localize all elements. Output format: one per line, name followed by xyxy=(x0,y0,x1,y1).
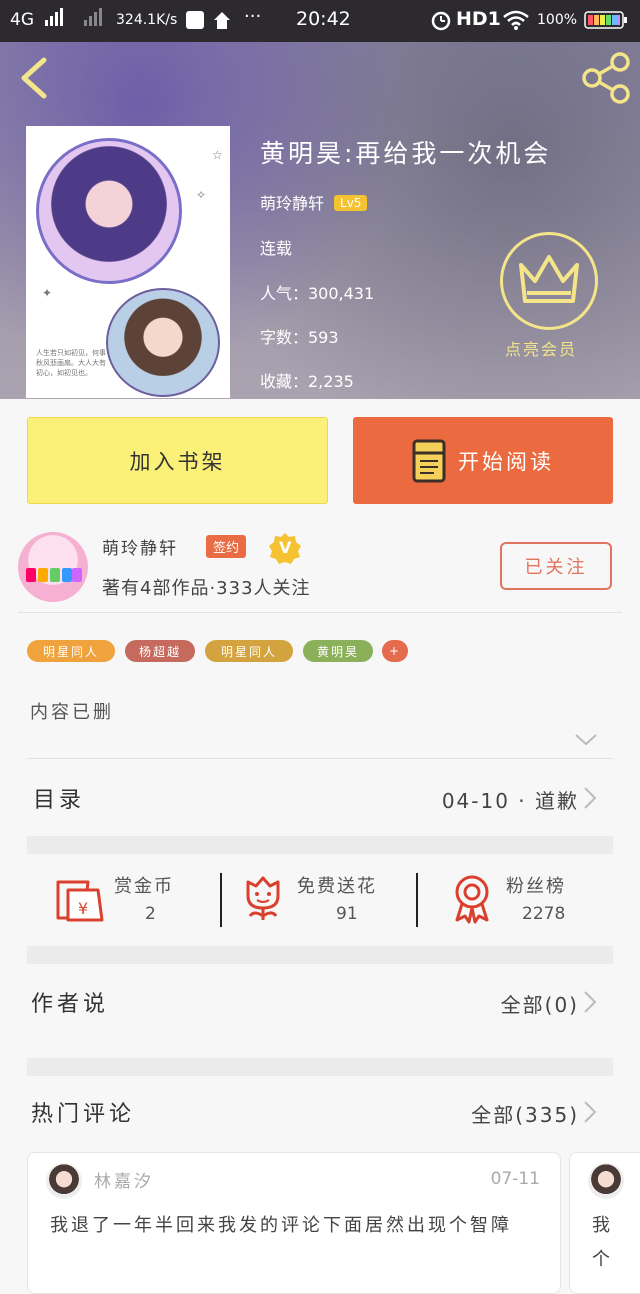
author-says-label: 作者说 xyxy=(31,992,110,1017)
commenter-avatar[interactable] xyxy=(588,1163,624,1199)
stat-value-reward: 2 xyxy=(145,904,156,924)
book-description: 内容已删 xyxy=(30,702,114,723)
start-read-label: 开始阅读 xyxy=(458,449,554,474)
hot-comments-link: 全部(335) xyxy=(471,1103,579,1127)
author-meta: 著有4部作品·333人关注 xyxy=(102,578,311,599)
follow-label: 已关注 xyxy=(524,557,588,578)
red-envelope-icon[interactable]: ¥ xyxy=(54,876,106,926)
book-status: 连载 xyxy=(260,239,293,258)
comment-date: 07-11 xyxy=(490,1169,540,1189)
author-says-link: 全部(0) xyxy=(500,993,579,1017)
cover-portrait-1 xyxy=(36,138,182,284)
expand-chevron-icon[interactable] xyxy=(574,732,598,752)
battery-percent: 100% xyxy=(537,12,578,28)
share-icon[interactable] xyxy=(580,52,632,108)
start-read-button[interactable]: 开始阅读 xyxy=(353,417,613,504)
author-says-row[interactable]: 作者说 全部(0) xyxy=(27,966,613,1038)
svg-text:¥: ¥ xyxy=(78,899,88,918)
back-icon[interactable] xyxy=(16,54,52,106)
follow-button[interactable]: 已关注 xyxy=(500,542,612,590)
crown-icon xyxy=(519,255,579,303)
catalog-row[interactable]: 目录 04-10 · 道歉 xyxy=(27,764,613,834)
v-badge-label: V xyxy=(279,538,292,557)
book-cover[interactable]: ✧ ☆ ✦ 人生若只如初见，何事秋风悲画扇。大人大有初心，如初见也。 xyxy=(26,126,230,398)
tag-1[interactable]: 明星同人 xyxy=(27,640,115,662)
member-label[interactable]: 点亮会员 xyxy=(505,336,577,360)
add-shelf-button[interactable]: 加入书架 xyxy=(27,417,328,504)
stat-label-fans: 粉丝榜 xyxy=(506,876,566,897)
alarm-icon xyxy=(430,9,452,36)
hot-comments-header[interactable]: 热门评论 全部(335) xyxy=(27,1078,613,1144)
ribbon-medal-icon[interactable] xyxy=(449,874,495,928)
sparkle-icon: ☆ xyxy=(212,148,223,162)
section-gap xyxy=(27,946,613,964)
stat-separator xyxy=(416,873,418,927)
comment-card[interactable]: 林嘉汐 07-11 我退了一年半回来我发的评论下面居然出现个智障 xyxy=(27,1152,561,1294)
divider xyxy=(27,758,613,759)
stat-value-flower: 91 xyxy=(336,904,358,924)
divider xyxy=(18,612,622,613)
stat-separator xyxy=(220,873,222,927)
stat-label-reward: 赏金币 xyxy=(114,876,174,897)
status-bar: 4G 324.1K/s ··· 20:42 HD1 100% xyxy=(0,0,640,42)
tag-2[interactable]: 杨超越 xyxy=(125,640,195,662)
commenter-name[interactable]: 林嘉汐 xyxy=(94,1167,154,1192)
author-avatar[interactable] xyxy=(18,532,88,602)
book-title: 黄明昊:再给我一次机会 xyxy=(260,139,552,168)
wifi-icon xyxy=(502,9,530,36)
section-gap xyxy=(27,1058,613,1076)
book-author: 萌玲静轩 xyxy=(260,194,325,213)
comment-text: 我退了一年半回来我发的评论下面居然出现个智障 xyxy=(50,1215,512,1236)
sparkle-icon: ✧ xyxy=(196,188,207,202)
tag-more-button[interactable]: + xyxy=(382,640,408,662)
tag-4[interactable]: 黄明昊 xyxy=(303,640,373,662)
member-crown-button[interactable] xyxy=(500,232,598,330)
chevron-right-icon xyxy=(583,990,597,1018)
clock: 20:42 xyxy=(296,8,351,30)
book-favorites: 收藏：2,235 xyxy=(260,372,354,391)
comment-text: 我个 xyxy=(592,1215,610,1270)
commenter-avatar[interactable] xyxy=(46,1163,82,1199)
hot-comments-label: 热门评论 xyxy=(31,1102,136,1127)
battery-icon xyxy=(584,10,628,35)
v-badge: V xyxy=(268,532,302,566)
book-popularity: 人气：300,431 xyxy=(260,284,375,303)
chevron-right-icon xyxy=(583,786,597,814)
net-speed: 324.1K/s xyxy=(116,12,178,28)
tag-3[interactable]: 明星同人 xyxy=(205,640,293,662)
signed-badge: 签约 xyxy=(206,535,247,558)
book-author-line: 萌玲静轩 Lv5 xyxy=(260,190,368,214)
hd-indicator: HD1 xyxy=(456,8,501,30)
signal-2-icon xyxy=(84,8,106,31)
network-indicator: 4G xyxy=(10,10,34,30)
book-hero: ✧ ☆ ✦ 人生若只如初见，何事秋风悲画扇。大人大有初心，如初见也。 黄明昊:再… xyxy=(0,42,640,399)
level-badge: Lv5 xyxy=(334,195,368,211)
stat-value-fans: 2278 xyxy=(522,904,566,924)
sparkle-icon: ✦ xyxy=(42,286,53,300)
cover-note: 人生若只如初见，何事秋风悲画扇。大人大有初心，如初见也。 xyxy=(36,349,106,377)
signal-icon xyxy=(45,8,67,31)
app-notify-icon xyxy=(186,9,234,36)
catalog-latest: 04-10 · 道歉 xyxy=(441,789,579,813)
comment-card[interactable]: 我个 xyxy=(569,1152,640,1294)
stat-label-flower: 免费送花 xyxy=(297,876,377,897)
author-name[interactable]: 萌玲静轩 xyxy=(102,534,178,559)
catalog-label: 目录 xyxy=(33,788,86,813)
flower-icon[interactable] xyxy=(240,874,286,926)
section-gap xyxy=(27,836,613,854)
more-notify-icon: ··· xyxy=(244,6,262,27)
book-icon xyxy=(412,439,446,483)
chevron-right-icon xyxy=(583,1100,597,1128)
add-shelf-label: 加入书架 xyxy=(129,449,226,474)
cover-portrait-2 xyxy=(106,288,220,397)
book-word-count: 字数：593 xyxy=(260,328,339,347)
